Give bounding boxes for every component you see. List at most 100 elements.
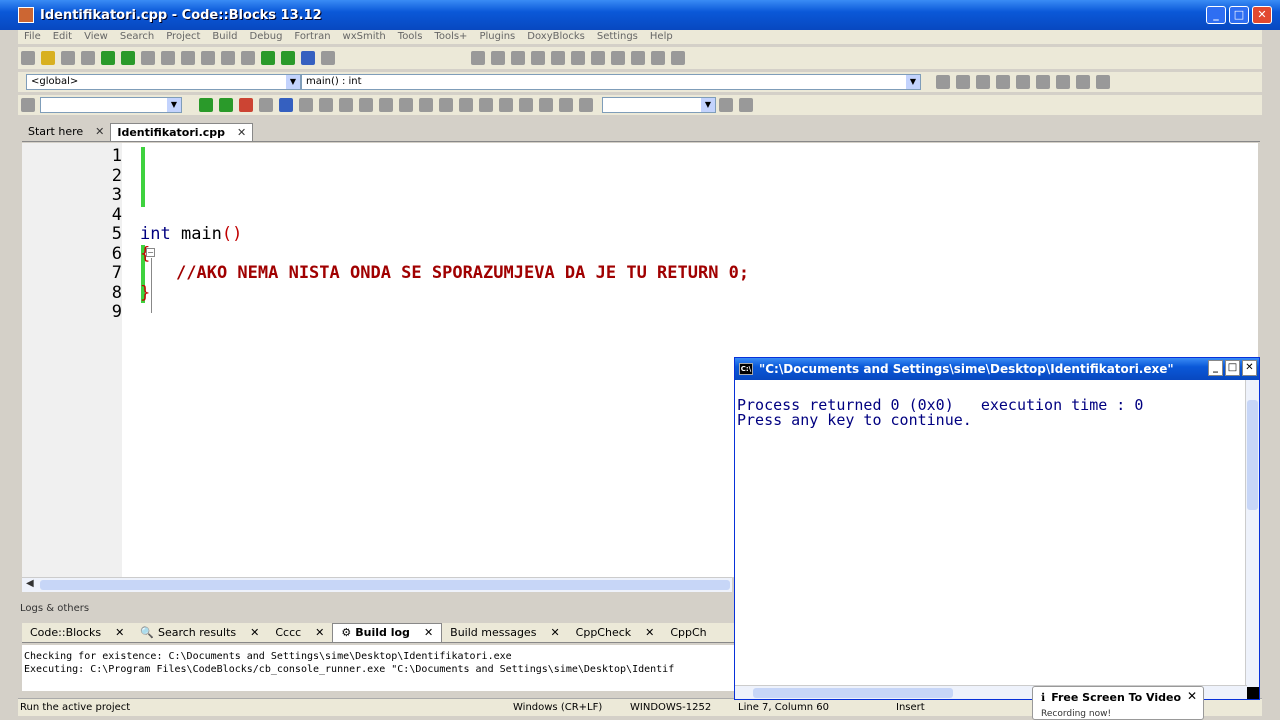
close-icon[interactable]: ✕ bbox=[250, 624, 259, 642]
close-icon[interactable]: ✕ bbox=[424, 624, 433, 642]
menu-settings[interactable]: Settings bbox=[591, 30, 644, 44]
target-combo[interactable]: ▼ bbox=[602, 97, 716, 113]
regex-icon[interactable] bbox=[299, 98, 313, 112]
tab-build-messages[interactable]: Build messages ✕ bbox=[442, 624, 568, 642]
debug-run-to-cursor-icon[interactable] bbox=[491, 51, 505, 65]
tab-build-log[interactable]: ⚙ Build log ✕ bbox=[332, 623, 443, 642]
debug-continue-icon[interactable] bbox=[471, 51, 485, 65]
undo-icon[interactable] bbox=[101, 51, 115, 65]
debug-next-instruction-icon[interactable] bbox=[571, 51, 585, 65]
bookmark-next-icon[interactable] bbox=[996, 75, 1010, 89]
wrench-search-icon[interactable] bbox=[719, 98, 733, 112]
uncomment-icon[interactable] bbox=[339, 98, 353, 112]
close-icon[interactable]: ✕ bbox=[315, 624, 324, 642]
align-left-icon[interactable] bbox=[399, 98, 413, 112]
debug-next-line-icon[interactable] bbox=[511, 51, 525, 65]
symbol-brace-icon[interactable] bbox=[579, 98, 593, 112]
console-title-bar[interactable]: C:\ "C:\Documents and Settings\sime\Desk… bbox=[735, 358, 1259, 380]
chevron-down-icon[interactable]: ▼ bbox=[906, 75, 920, 89]
close-icon[interactable]: ✕ bbox=[550, 624, 559, 642]
scroll-left-icon[interactable]: ◀ bbox=[26, 578, 34, 589]
paste-icon[interactable] bbox=[181, 51, 195, 65]
minimize-button[interactable]: _ bbox=[1206, 6, 1226, 24]
menu-tools[interactable]: Tools bbox=[392, 30, 429, 44]
tab-codeblocks-log[interactable]: Code::Blocks ✕ bbox=[22, 624, 132, 642]
debug-info-icon[interactable] bbox=[671, 51, 685, 65]
jump-implementation-icon[interactable] bbox=[956, 75, 970, 89]
menu-fortran[interactable]: Fortran bbox=[288, 30, 336, 44]
align-justify-icon[interactable] bbox=[459, 98, 473, 112]
zoom-in-icon[interactable] bbox=[519, 98, 533, 112]
wrench-icon[interactable] bbox=[739, 98, 753, 112]
menu-tools-plus[interactable]: Tools+ bbox=[428, 30, 473, 44]
find-icon[interactable] bbox=[201, 51, 215, 65]
search-prev-icon[interactable] bbox=[199, 98, 213, 112]
bookmark-toggle-icon[interactable] bbox=[1016, 75, 1030, 89]
debug-stop-icon[interactable] bbox=[631, 51, 645, 65]
match-case-icon[interactable] bbox=[279, 98, 293, 112]
jump-declaration-icon[interactable] bbox=[936, 75, 950, 89]
comment-icon[interactable] bbox=[319, 98, 333, 112]
console-window[interactable]: C:\ "C:\Documents and Settings\sime\Desk… bbox=[734, 357, 1260, 700]
bookmark-prev-icon[interactable] bbox=[976, 75, 990, 89]
copy-icon[interactable] bbox=[161, 51, 175, 65]
debug-step-instruction-icon[interactable] bbox=[591, 51, 605, 65]
close-icon[interactable]: ✕ bbox=[115, 624, 124, 642]
zoom-out-icon[interactable] bbox=[539, 98, 553, 112]
save-all-icon[interactable] bbox=[81, 51, 95, 65]
menu-plugins[interactable]: Plugins bbox=[473, 30, 521, 44]
tab-identifikatori[interactable]: Identifikatori.cpp ✕ bbox=[110, 123, 254, 142]
scope-global-combo[interactable]: <global> ▼ bbox=[26, 74, 301, 90]
menu-build[interactable]: Build bbox=[206, 30, 243, 44]
debug-step-into-icon[interactable] bbox=[531, 51, 545, 65]
highlight-icon[interactable] bbox=[239, 98, 253, 112]
build-and-run-icon[interactable] bbox=[281, 51, 295, 65]
chevron-down-icon[interactable]: ▼ bbox=[167, 98, 181, 112]
menu-file[interactable]: File bbox=[18, 30, 47, 44]
unindent-icon[interactable] bbox=[379, 98, 393, 112]
menu-search[interactable]: Search bbox=[114, 30, 160, 44]
close-icon[interactable]: ✕ bbox=[95, 123, 104, 141]
jump-back-icon[interactable] bbox=[1056, 75, 1070, 89]
jump-last-icon[interactable] bbox=[1096, 75, 1110, 89]
menu-project[interactable]: Project bbox=[160, 30, 206, 44]
abort-icon[interactable] bbox=[321, 51, 335, 65]
console-vertical-scrollbar[interactable] bbox=[1245, 380, 1259, 687]
search-next-icon[interactable] bbox=[219, 98, 233, 112]
cut-icon[interactable] bbox=[141, 51, 155, 65]
open-file-icon[interactable] bbox=[41, 51, 55, 65]
console-minimize-button[interactable]: _ bbox=[1208, 360, 1223, 376]
align-center-icon[interactable] bbox=[419, 98, 433, 112]
close-icon[interactable]: ✕ bbox=[237, 124, 246, 142]
chevron-down-icon[interactable]: ▼ bbox=[701, 98, 715, 112]
list-icon[interactable] bbox=[479, 98, 493, 112]
list-numbered-icon[interactable] bbox=[499, 98, 513, 112]
bookmark-clear-icon[interactable] bbox=[1036, 75, 1050, 89]
scope-function-combo[interactable]: main() : int ▼ bbox=[301, 74, 921, 90]
scrollbar-thumb[interactable] bbox=[40, 580, 730, 590]
build-gear-icon[interactable] bbox=[241, 51, 255, 65]
tab-cppcheck[interactable]: CppCheck ✕ bbox=[568, 624, 663, 642]
replace-icon[interactable] bbox=[221, 51, 235, 65]
indent-icon[interactable] bbox=[359, 98, 373, 112]
close-icon[interactable]: ✕ bbox=[1187, 689, 1197, 703]
replace-toolbar-icon[interactable] bbox=[259, 98, 273, 112]
editor-horizontal-scrollbar[interactable]: ◀ bbox=[22, 577, 732, 592]
redo-icon[interactable] bbox=[121, 51, 135, 65]
scrollbar-thumb[interactable] bbox=[753, 688, 953, 698]
debug-windows-icon[interactable] bbox=[651, 51, 665, 65]
run-icon[interactable] bbox=[261, 51, 275, 65]
jump-forward-icon[interactable] bbox=[1076, 75, 1090, 89]
menu-view[interactable]: View bbox=[78, 30, 114, 44]
console-output[interactable]: Process returned 0 (0x0) execution time … bbox=[735, 380, 1245, 687]
menu-doxyblocks[interactable]: DoxyBlocks bbox=[521, 30, 591, 44]
tab-search-results[interactable]: 🔍 Search results ✕ bbox=[132, 624, 267, 642]
align-right-icon[interactable] bbox=[439, 98, 453, 112]
chevron-down-icon[interactable]: ▼ bbox=[286, 75, 300, 89]
menu-debug[interactable]: Debug bbox=[244, 30, 289, 44]
tab-start-here[interactable]: Start here ✕ bbox=[22, 123, 110, 141]
close-icon[interactable]: ✕ bbox=[645, 624, 654, 642]
rebuild-icon[interactable] bbox=[301, 51, 315, 65]
maximize-button[interactable]: □ bbox=[1229, 6, 1249, 24]
search-options-icon[interactable] bbox=[21, 98, 35, 112]
